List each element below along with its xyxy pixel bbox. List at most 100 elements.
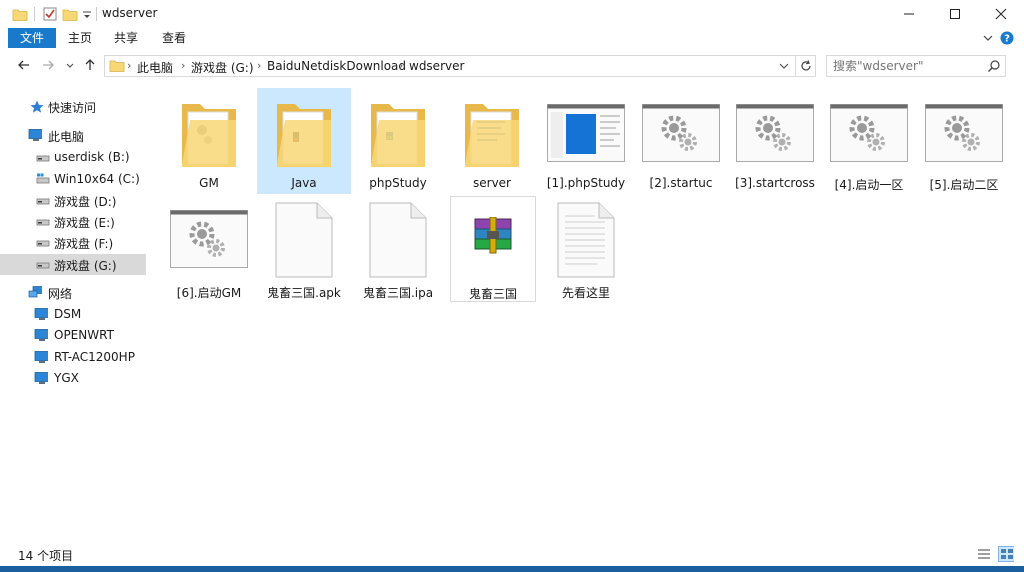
file-name: 鬼畜三国.apk	[267, 286, 341, 300]
maximize-icon	[950, 9, 960, 19]
monitor-icon	[34, 329, 48, 341]
file-item-5-start-zone2[interactable]: [5].启动二区	[917, 88, 1011, 194]
file-item-java[interactable]: Java	[257, 88, 351, 194]
sidebar-item-game-f[interactable]: 游戏盘 (F:)	[0, 232, 146, 253]
arrow-up-icon	[85, 59, 95, 70]
folder-icon	[109, 60, 125, 72]
minimize-button[interactable]	[886, 0, 932, 28]
document-icon	[369, 202, 427, 278]
explorer-window: wdserver 文件 主页 共享 查看 ? › 此电脑 › 游戏盘 (G:) …	[0, 0, 1024, 567]
drive-icon	[36, 219, 50, 226]
tab-home[interactable]: 主页	[60, 28, 100, 48]
back-button[interactable]	[16, 58, 32, 74]
sidebar-item-quick-access[interactable]: 快速访问	[0, 96, 146, 117]
close-icon	[995, 8, 1007, 20]
file-name: GM	[199, 176, 219, 190]
search-box[interactable]	[826, 55, 1006, 77]
sidebar-item-this-pc[interactable]: 此电脑	[0, 125, 146, 146]
file-list: GM Java phpStudy server [1].phpStudy [2]…	[150, 84, 1024, 540]
file-item-4-start-zone1[interactable]: [4].启动一区	[822, 88, 916, 194]
text-file-icon	[557, 202, 615, 278]
file-name: [6].启动GM	[176, 286, 242, 300]
file-item-2-startuc[interactable]: [2].startuc	[634, 88, 728, 194]
sidebar-item-game-g[interactable]: 游戏盘 (G:)	[0, 254, 146, 275]
folder-icon	[371, 104, 425, 167]
drive-icon	[36, 155, 50, 162]
drive-icon	[36, 198, 50, 205]
chevron-down-icon[interactable]	[779, 61, 789, 71]
breadcrumb-this-pc[interactable]: 此电脑	[137, 59, 173, 76]
sidebar-item-win10-c[interactable]: Win10x64 (C:)	[0, 169, 146, 190]
file-item-1-phpstudy[interactable]: [1].phpStudy	[539, 88, 633, 194]
file-item-3-startcross[interactable]: [3].startcross	[728, 88, 822, 194]
close-button[interactable]	[978, 0, 1024, 28]
file-item-6-start-gm[interactable]: [6].启动GM	[162, 196, 256, 302]
chevron-down-icon	[66, 63, 74, 68]
recent-locations-button[interactable]	[62, 58, 78, 74]
sidebar-item-openwrt[interactable]: OPENWRT	[0, 325, 146, 346]
search-icon[interactable]	[987, 59, 1001, 73]
tab-file[interactable]: 文件	[8, 28, 56, 48]
sidebar-item-label: DSM	[54, 307, 82, 321]
customize-toolbar-icon[interactable]	[82, 6, 92, 22]
new-folder-icon[interactable]	[62, 6, 78, 22]
sidebar-item-label: 网络	[48, 287, 73, 301]
monitor-icon	[34, 351, 48, 363]
sidebar-item-dsm[interactable]: DSM	[0, 304, 146, 325]
file-item-archive[interactable]: 鬼畜三国	[450, 196, 536, 302]
tab-view[interactable]: 查看	[154, 28, 194, 48]
breadcrumb-wdserver[interactable]: wdserver	[409, 59, 464, 73]
navigation-pane: 快速访问 此电脑 userdisk (B:) Win10x64 (C:) 游戏盘…	[0, 84, 148, 540]
forward-button[interactable]	[40, 58, 56, 74]
address-row: › 此电脑 › 游戏盘 (G:) › BaiduNetdiskDownload …	[0, 50, 1024, 82]
desktop-background	[0, 566, 1024, 572]
file-item-readme[interactable]: 先看这里	[539, 196, 633, 302]
file-name: 鬼畜三国.ipa	[362, 286, 434, 300]
help-icon[interactable]: ?	[1000, 31, 1014, 45]
arrow-right-icon	[43, 60, 54, 70]
batch-file-icon	[642, 104, 720, 162]
status-bar: 14 个项目	[0, 540, 1024, 566]
sidebar-item-game-d[interactable]: 游戏盘 (D:)	[0, 190, 146, 211]
file-name: [1].phpStudy	[546, 176, 626, 190]
document-icon	[275, 202, 333, 278]
file-name: phpStudy	[369, 176, 427, 190]
window-title: wdserver	[102, 6, 158, 20]
star-icon	[30, 100, 44, 113]
details-view-icon[interactable]	[976, 546, 992, 562]
up-button[interactable]	[82, 58, 98, 74]
properties-icon[interactable]	[42, 6, 58, 22]
breadcrumb-baidunetdisk[interactable]: BaiduNetdiskDownload	[267, 59, 406, 73]
file-item-apk[interactable]: 鬼畜三国.apk	[257, 196, 351, 302]
batch-file-icon	[925, 104, 1003, 162]
file-item-gm[interactable]: GM	[162, 88, 256, 194]
sidebar-item-game-e[interactable]: 游戏盘 (E:)	[0, 211, 146, 232]
sidebar-item-rt-ac1200hp[interactable]: RT-AC1200HP	[0, 347, 146, 368]
batch-file-icon	[736, 104, 814, 162]
tab-share[interactable]: 共享	[106, 28, 146, 48]
folder-icon	[12, 9, 28, 21]
search-input[interactable]	[833, 58, 981, 74]
large-icons-view-icon[interactable]	[998, 546, 1014, 562]
file-name: [2].startuc	[649, 176, 713, 190]
breadcrumb-drive-g[interactable]: 游戏盘 (G:)	[191, 59, 254, 76]
batch-file-icon	[170, 210, 248, 268]
maximize-button[interactable]	[932, 0, 978, 28]
refresh-icon[interactable]	[799, 59, 813, 73]
folder-icon	[277, 104, 331, 167]
drive-icon	[36, 240, 50, 247]
file-item-server[interactable]: server	[445, 88, 539, 194]
address-bar[interactable]: › 此电脑 › 游戏盘 (G:) › BaiduNetdiskDownload …	[104, 55, 816, 77]
sidebar-item-ygx[interactable]: YGX	[0, 368, 146, 389]
file-name: server	[473, 176, 511, 190]
monitor-icon	[34, 372, 48, 384]
file-name: 鬼畜三国	[468, 287, 517, 301]
sidebar-item-network[interactable]: 网络	[0, 282, 146, 303]
sidebar-item-userdisk-b[interactable]: userdisk (B:)	[0, 147, 146, 168]
file-item-ipa[interactable]: 鬼畜三国.ipa	[351, 196, 445, 302]
file-item-phpstudy[interactable]: phpStudy	[351, 88, 445, 194]
expand-ribbon-icon[interactable]	[982, 31, 994, 45]
breadcrumb-separator-icon: ›	[399, 59, 404, 72]
network-icon	[28, 286, 42, 298]
file-name: Java	[291, 176, 317, 190]
